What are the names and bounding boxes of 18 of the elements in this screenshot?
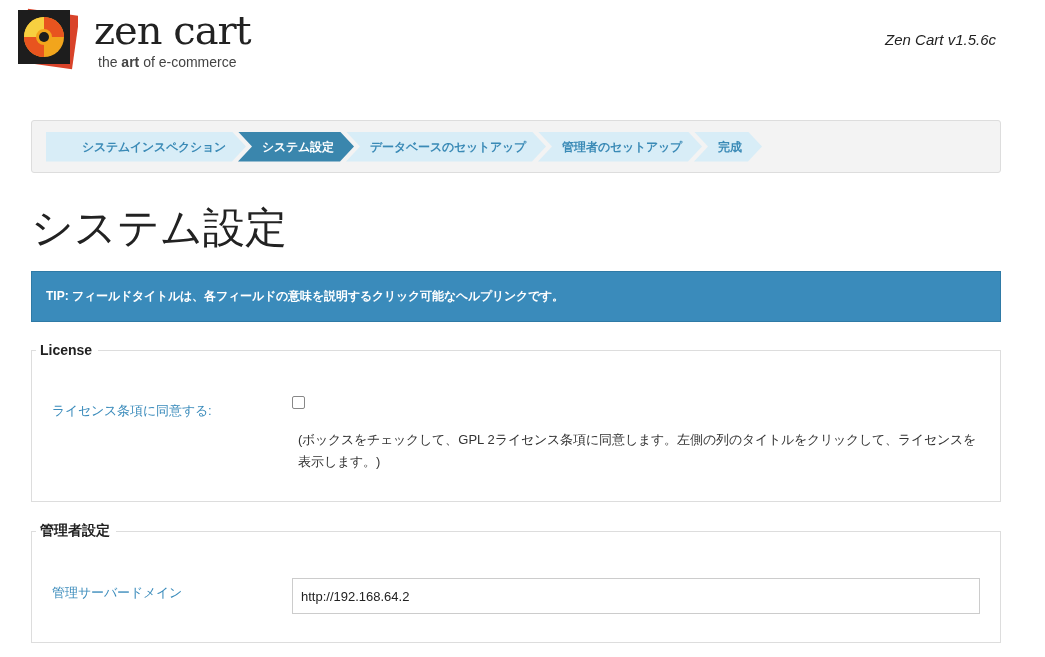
help-text: (ボックスをチェックして、GPL 2ライセンス条項に同意します。左側の列のタイトルをクリックして、ライセンスを表示します。) [298,431,977,471]
page-title: システム設定 [31,203,288,253]
logo-tagline: the art of e-commerce [98,54,238,70]
agree-checkbox[interactable] [292,396,305,409]
progress-step[interactable]: 完成 [694,131,762,162]
version-label: Zen Cart v1.5.6c [885,30,996,50]
section-legend: 管理者設定 [36,522,116,540]
field-help-link[interactable]: 管理サーバードメイン [52,554,292,602]
progress-step[interactable]: システム設定 [238,131,354,162]
progress-step[interactable]: システムインスペクション [46,131,246,162]
domain-input-field[interactable]: http://192.168.64.2 [292,578,980,614]
progress-step[interactable]: データベースのセットアップ [346,131,546,162]
progress-step[interactable]: 管理者のセットアップ [538,131,702,162]
field-help-link[interactable]: ライセンス条項に同意する: [52,372,292,420]
logo-swirl-icon [16,8,78,70]
tip-message: TIP: フィールドタイトルは、各フィールドの意味を説明するクリック可能なヘルプリンクです。 [31,271,1001,322]
logo-wordmark: zen cart [94,6,251,54]
section-legend: License [36,342,99,358]
